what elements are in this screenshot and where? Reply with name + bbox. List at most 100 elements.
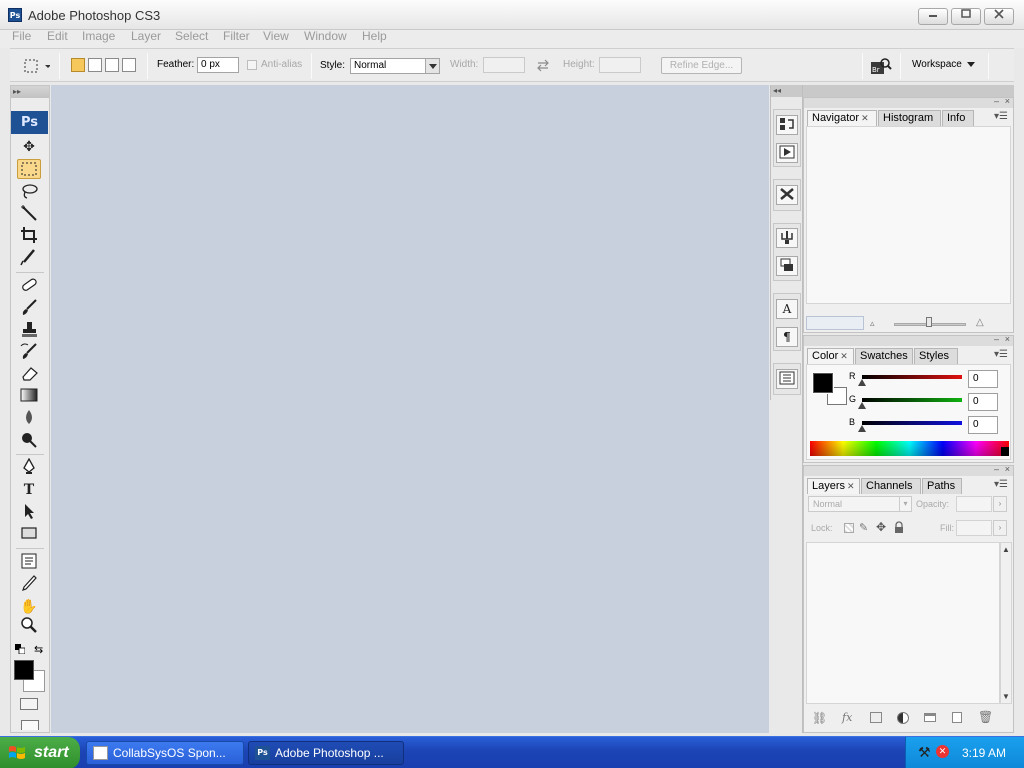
layer-style-icon[interactable]: fx [842, 711, 852, 724]
tab-navigator[interactable]: Navigator ✕ [807, 110, 877, 126]
taskbar-item-collabsys[interactable]: CollabSysOS Spon... [86, 741, 244, 765]
dock-expand-icon[interactable]: ◂◂ [771, 85, 803, 97]
lock-image-icon[interactable]: ✎ [859, 521, 868, 534]
tool-presets-panel-icon[interactable] [776, 185, 798, 205]
bridge-button[interactable]: Br [870, 56, 892, 76]
tool-preset-picker[interactable] [22, 57, 51, 75]
width-input[interactable] [483, 57, 525, 73]
antialias-checkbox[interactable] [247, 60, 257, 70]
tab-paths[interactable]: Paths [922, 478, 962, 494]
maximize-button[interactable] [951, 8, 981, 25]
clone-stamp-tool-icon[interactable] [17, 320, 41, 340]
layer-comps-panel-icon[interactable] [776, 369, 798, 389]
add-selection-icon[interactable] [88, 58, 102, 72]
menu-filter[interactable]: Filter [223, 30, 250, 43]
panel-close-icon[interactable]: × [1005, 96, 1010, 106]
spot-healing-tool-icon[interactable] [17, 276, 41, 296]
fill-arrow-icon[interactable]: › [993, 520, 1007, 536]
canvas-area[interactable] [51, 85, 769, 733]
close-button[interactable] [984, 8, 1014, 25]
actions-panel-icon[interactable] [776, 143, 798, 163]
scroll-down-icon[interactable]: ▼ [1002, 692, 1010, 701]
lock-position-icon[interactable]: ✥ [876, 520, 886, 534]
start-button[interactable]: start [0, 737, 80, 768]
lock-all-icon[interactable] [894, 521, 904, 536]
zoom-level-field[interactable] [806, 316, 864, 330]
blend-mode-select[interactable]: Normal ▾ [808, 496, 912, 512]
tab-channels[interactable]: Channels [861, 478, 921, 494]
brush-tool-icon[interactable] [17, 298, 41, 318]
tab-info[interactable]: Info [942, 110, 974, 126]
tab-color[interactable]: Color ✕ [807, 348, 854, 364]
scroll-up-icon[interactable]: ▲ [1002, 545, 1010, 554]
swap-colors-icon[interactable]: ⇆ [34, 643, 43, 656]
quick-mask-icon[interactable] [20, 698, 38, 710]
menu-image[interactable]: Image [82, 30, 115, 43]
color-panel-menu-icon[interactable]: ▾☰ [994, 349, 1008, 360]
color-panel-minimize-icon[interactable]: – [994, 334, 999, 344]
type-tool-icon[interactable]: T [17, 480, 41, 500]
blur-tool-icon[interactable] [17, 408, 41, 428]
layers-scrollbar[interactable]: ▲ ▼ [1000, 542, 1012, 704]
style-select[interactable]: Normal [350, 58, 440, 74]
slice-tool-icon[interactable] [17, 248, 41, 268]
history-brush-tool-icon[interactable] [17, 342, 41, 362]
layers-panel-close-icon[interactable]: × [1005, 464, 1010, 474]
menu-view[interactable]: View [263, 30, 289, 43]
clone-source-panel-icon[interactable] [776, 256, 798, 276]
gradient-tool-icon[interactable] [17, 386, 41, 406]
tab-color-close-icon[interactable]: ✕ [840, 351, 848, 361]
tab-histogram[interactable]: Histogram [878, 110, 941, 126]
zoom-slider-thumb[interactable] [926, 317, 932, 327]
color-foreground-swatch[interactable] [812, 372, 834, 394]
subtract-selection-icon[interactable] [105, 58, 119, 72]
color-spectrum-ramp[interactable] [810, 441, 1009, 456]
green-slider[interactable] [862, 398, 962, 402]
delete-layer-icon[interactable]: 🗑 [978, 710, 993, 724]
lasso-tool-icon[interactable] [17, 182, 41, 202]
brushes-panel-icon[interactable] [776, 228, 798, 248]
spectrum-black-chip[interactable] [1001, 447, 1009, 456]
menu-window[interactable]: Window [304, 30, 347, 43]
red-slider[interactable] [862, 375, 962, 379]
eraser-tool-icon[interactable] [17, 364, 41, 384]
panel-menu-icon[interactable]: ▾☰ [994, 111, 1008, 122]
crop-tool-icon[interactable] [17, 226, 41, 246]
taskbar-item-photoshop[interactable]: Ps Adobe Photoshop ... [248, 741, 404, 765]
layers-list[interactable] [806, 542, 1000, 704]
red-value-input[interactable]: 0 [968, 370, 998, 388]
fill-input[interactable] [956, 520, 992, 536]
layer-mask-icon[interactable] [870, 712, 882, 723]
minimize-button[interactable] [918, 8, 948, 25]
swap-dimensions-icon[interactable] [536, 58, 550, 75]
blue-slider-thumb[interactable] [858, 425, 866, 432]
intersect-selection-icon[interactable] [122, 58, 136, 72]
green-slider-thumb[interactable] [858, 402, 866, 409]
menu-layer[interactable]: Layer [131, 30, 161, 43]
layers-panel-minimize-icon[interactable]: – [994, 464, 999, 474]
opacity-input[interactable] [956, 496, 992, 512]
zoom-tool-icon[interactable] [17, 616, 41, 636]
hand-tool-icon[interactable]: ✋ [17, 596, 41, 616]
tab-layers[interactable]: Layers ✕ [807, 478, 860, 494]
new-selection-icon[interactable] [71, 58, 85, 72]
lock-transparent-icon[interactable] [844, 523, 854, 533]
menu-help[interactable]: Help [362, 30, 387, 43]
rectangle-tool-icon[interactable] [17, 524, 41, 544]
eyedropper-tool-icon[interactable] [17, 574, 41, 594]
paragraph-panel-icon[interactable]: ¶ [776, 327, 798, 347]
move-tool-icon[interactable]: ✥ [17, 136, 41, 156]
blue-slider[interactable] [862, 421, 962, 425]
rectangular-marquee-tool-icon[interactable] [17, 159, 41, 179]
opacity-arrow-icon[interactable]: › [993, 496, 1007, 512]
green-value-input[interactable]: 0 [968, 393, 998, 411]
zoom-out-icon[interactable]: ▵ [870, 318, 875, 329]
panel-minimize-icon[interactable]: – [994, 96, 999, 106]
new-layer-icon[interactable] [952, 712, 962, 723]
menu-file[interactable]: File [12, 30, 31, 43]
blue-value-input[interactable]: 0 [968, 416, 998, 434]
pen-tool-icon[interactable] [17, 457, 41, 478]
red-slider-thumb[interactable] [858, 379, 866, 386]
tab-layers-close-icon[interactable]: ✕ [847, 481, 855, 491]
adjustment-layer-icon[interactable] [897, 712, 909, 724]
